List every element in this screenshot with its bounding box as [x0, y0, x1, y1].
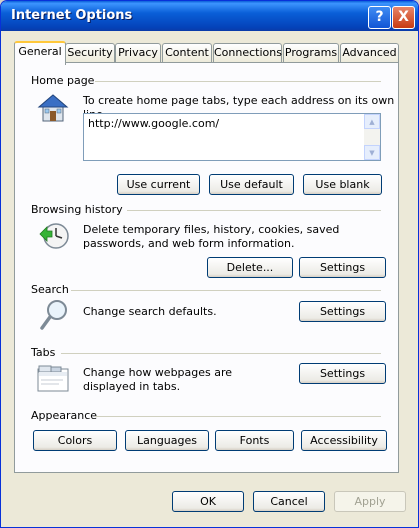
search-settings-button[interactable]: Settings	[299, 301, 386, 322]
tab-connections[interactable]: Connections	[213, 43, 282, 63]
browsing-history-divider	[127, 210, 381, 211]
history-clock-icon	[39, 223, 69, 249]
internet-options-dialog: Internet Options ? X General Security Pr…	[0, 0, 419, 528]
scroll-up-icon[interactable]: ▲	[364, 114, 380, 129]
languages-button[interactable]: Languages	[125, 430, 209, 451]
browsing-history-section-label: Browsing history	[31, 203, 123, 216]
appearance-divider	[95, 416, 381, 417]
accessibility-button[interactable]: Accessibility	[301, 430, 387, 451]
appearance-section-label: Appearance	[31, 409, 98, 422]
tab-security[interactable]: Security	[65, 43, 115, 63]
tab-general[interactable]: General	[14, 41, 66, 65]
tab-content[interactable]: Content	[162, 43, 212, 63]
tab-advanced[interactable]: Advanced	[340, 43, 399, 63]
search-divider	[71, 290, 381, 291]
colors-button[interactable]: Colors	[33, 430, 117, 451]
tabs-section-label: Tabs	[31, 346, 56, 359]
home-page-url-value: http://www.google.com/	[88, 117, 220, 130]
tabs-settings-button[interactable]: Settings	[299, 363, 386, 384]
tabs-window-icon	[37, 365, 69, 392]
window-title: Internet Options	[11, 8, 133, 23]
search-section-label: Search	[31, 283, 69, 296]
use-current-button[interactable]: Use current	[117, 174, 200, 195]
cancel-button[interactable]: Cancel	[253, 491, 325, 512]
home-page-url-field[interactable]: http://www.google.com/ ▲ ▼	[83, 113, 381, 161]
tabs-description: Change how webpages are displayed in tab…	[83, 366, 233, 393]
help-button[interactable]: ?	[368, 6, 391, 29]
url-field-scrollbar[interactable]: ▲ ▼	[364, 114, 380, 160]
delete-history-button[interactable]: Delete...	[207, 257, 293, 278]
general-tab-panel: Home page To create home page tabs, type…	[14, 62, 399, 473]
tab-privacy[interactable]: Privacy	[115, 43, 161, 63]
apply-button[interactable]: Apply	[334, 491, 406, 512]
search-description: Change search defaults.	[83, 305, 217, 318]
home-page-section-label: Home page	[31, 74, 95, 87]
use-blank-button[interactable]: Use blank	[303, 174, 382, 195]
house-icon	[37, 94, 69, 122]
use-default-button[interactable]: Use default	[209, 174, 294, 195]
tab-programs[interactable]: Programs	[283, 43, 339, 63]
browsing-history-description: Delete temporary files, history, cookies…	[83, 223, 340, 250]
fonts-button[interactable]: Fonts	[215, 430, 294, 451]
magnifier-icon	[40, 300, 67, 330]
ok-button[interactable]: OK	[172, 491, 244, 512]
close-button[interactable]: X	[392, 6, 415, 29]
history-settings-button[interactable]: Settings	[299, 257, 386, 278]
home-page-divider	[95, 81, 381, 82]
tabs-divider	[61, 353, 381, 354]
title-bar[interactable]: Internet Options ? X	[1, 1, 418, 31]
scroll-down-icon[interactable]: ▼	[364, 145, 380, 160]
